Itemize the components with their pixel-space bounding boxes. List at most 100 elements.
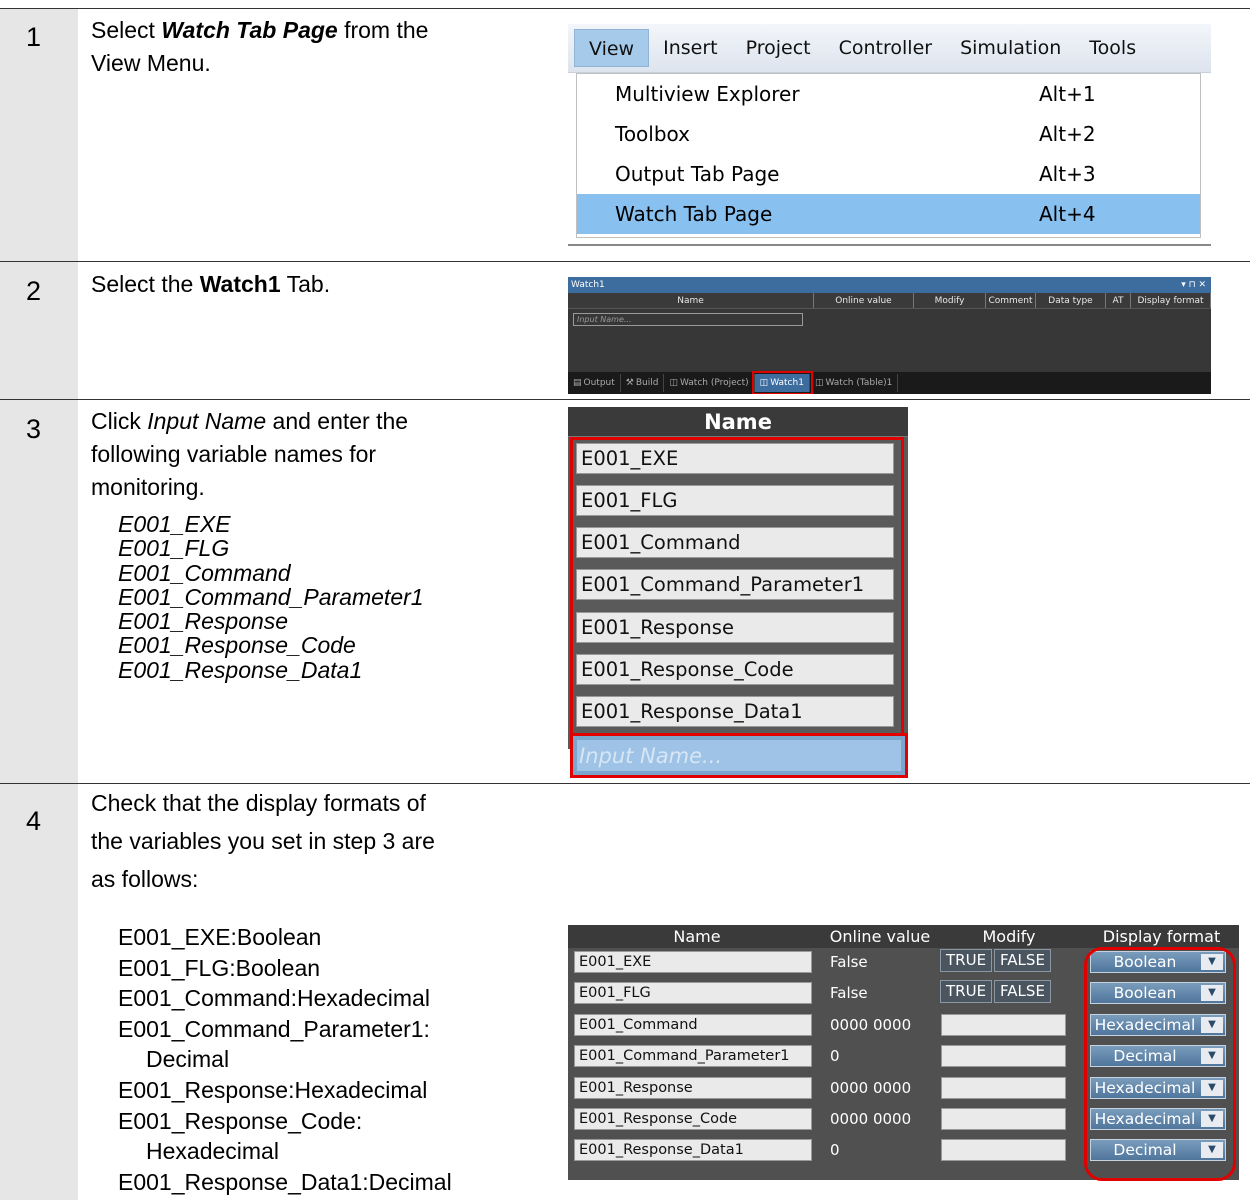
watch-pane-title-text: Watch1 [571,280,605,290]
modify-field[interactable] [941,1139,1066,1162]
modify-field[interactable] [941,1076,1066,1099]
column-header[interactable]: Display format [1131,293,1211,308]
tab-label: Build [635,378,659,388]
tab-label: Output [583,378,615,388]
step-1-text: Select Watch Tab Page from the View Menu… [91,14,428,80]
menu-project[interactable]: Project [732,29,825,67]
column-header[interactable]: Modify [934,925,1084,948]
step-number: 2 [26,276,42,306]
column-header[interactable]: Name [568,293,814,308]
modify-field[interactable] [941,1108,1066,1130]
menu-item-label: Watch Tab Page [615,202,773,226]
menu-item-shortcut: Alt+3 [1039,162,1096,186]
list-item: E001_Response_Code: [118,1107,363,1134]
online-value: 0 [830,1141,840,1160]
step-text-part: Click [91,408,148,434]
menu-item-label: Multiview Explorer [615,82,800,106]
tab-watch1[interactable]: ◫ Watch1 [751,371,813,394]
step-number: 3 [26,414,42,444]
name-field[interactable]: E001_Command [574,1013,812,1036]
tab-watch-table1[interactable]: ◫ Watch (Table)1 [810,374,899,392]
name-field[interactable]: E001_Response [576,612,894,643]
modify-field[interactable] [941,1045,1066,1068]
menu-item-watch-tab-page[interactable]: Watch Tab Page Alt+4 [577,194,1200,234]
input-name-highlight: Input Name... [570,733,908,778]
tab-watch-project[interactable]: ◫ Watch (Project) [664,374,755,392]
view-dropdown: Multiview Explorer Alt+1 Toolbox Alt+2 Out… [576,73,1201,238]
menu-view[interactable]: View [574,29,650,67]
column-header[interactable]: Online value [826,925,934,948]
column-header[interactable]: Comment [986,293,1036,308]
list-item: E001_Response [118,608,289,635]
divider [0,8,1250,9]
watch-icon: ◫ [669,378,678,388]
step-4-text: Check that the display formats of the va… [91,784,435,898]
tab-label: Watch1 [770,378,804,388]
name-field[interactable]: E001_FLG [576,485,894,516]
column-header[interactable]: Modify [914,293,986,308]
name-field[interactable]: E001_Response_Data1 [576,696,894,727]
menu-controller[interactable]: Controller [825,29,946,67]
name-field[interactable]: E001_Response_Code [574,1108,812,1130]
name-field[interactable]: E001_Response_Code [576,654,894,685]
modify-field[interactable] [941,1013,1066,1036]
menu-item-shortcut: Alt+1 [1039,82,1096,106]
menu-tools[interactable]: Tools [1075,29,1150,67]
input-name-field[interactable]: Input Name... [573,312,803,326]
online-value: 0000 0000 [830,1078,912,1097]
menu-item-shortcut: Alt+2 [1039,122,1096,146]
step-text-part: Select the [91,271,200,297]
watch-icon: ◫ [814,378,824,388]
name-field[interactable]: E001_EXE [574,951,812,973]
menu-insert[interactable]: Insert [649,29,732,67]
name-field[interactable]: E001_Command [576,527,894,558]
menu-simulation[interactable]: Simulation [946,29,1075,67]
list-item: E001_Command_Parameter1: [118,1015,430,1042]
column-header[interactable]: Data type [1036,293,1106,308]
name-field[interactable]: E001_Response_Data1 [574,1139,812,1162]
online-value: False [830,953,868,971]
true-button[interactable]: TRUE [940,980,993,1004]
step-number: 4 [26,806,42,836]
menu-item-label: Output Tab Page [615,162,780,186]
column-header[interactable]: Display format [1084,925,1239,948]
display-format-list: E001_EXE:Boolean E001_FLG:Boolean E001_C… [118,922,452,1197]
watch-table-screenshot: Name Online value Modify Display format … [568,925,1239,1181]
menu-bar: View Insert Project Controller Simulatio… [568,24,1211,73]
step-number: 1 [26,22,42,52]
name-field[interactable]: E001_EXE [576,443,894,474]
step-text-part: Tab. [280,271,331,297]
name-field[interactable]: E001_FLG [574,982,812,1005]
watch-icon: ◫ [759,378,769,388]
step-text-part: and enter the [266,408,409,434]
step-text-part: as follows: [91,866,199,892]
list-item: E001_FLG [118,535,230,562]
step-text-emphasis: Input Name [147,408,267,434]
pane-controls-icon[interactable]: ▾ ⊓ ✕ [1181,277,1206,293]
step-text-part: monitoring. [91,474,205,500]
false-button[interactable]: FALSE [994,980,1051,1004]
menu-item-toolbox[interactable]: Toolbox Alt+2 [577,114,1200,154]
column-header[interactable]: AT [1106,293,1131,308]
name-field[interactable]: E001_Response [574,1076,812,1099]
menu-item-multiview-explorer[interactable]: Multiview Explorer Alt+1 [577,74,1200,114]
name-list-screenshot: Name E001_EXE E001_FLG E001_Command E001… [568,407,908,749]
column-header[interactable]: Online value [814,293,914,308]
step-text-part: from the [337,17,429,43]
tab-build[interactable]: ⚒ Build [621,374,665,392]
watch-pane-title: Watch1 ▾ ⊓ ✕ [568,277,1211,293]
true-button[interactable]: TRUE [940,949,993,972]
list-item: E001_Response:Hexadecimal [118,1076,428,1103]
step-text-part: following variable names for [91,441,377,467]
name-field[interactable]: E001_Command_Parameter1 [576,569,894,600]
online-value: 0 [830,1047,840,1066]
menu-item-output-tab-page[interactable]: Output Tab Page Alt+3 [577,154,1200,194]
tab-output[interactable]: ▤ Output [568,374,621,392]
list-item: E001_Command:Hexadecimal [118,985,430,1012]
column-header[interactable]: Name [568,925,826,948]
false-button[interactable]: FALSE [994,949,1051,972]
input-name-field[interactable]: Input Name... [577,740,901,771]
name-field[interactable]: E001_Command_Parameter1 [574,1045,812,1068]
step-text-emphasis: Watch Tab Page [161,17,338,43]
table-header: Name Online value Modify Display format [568,925,1239,948]
